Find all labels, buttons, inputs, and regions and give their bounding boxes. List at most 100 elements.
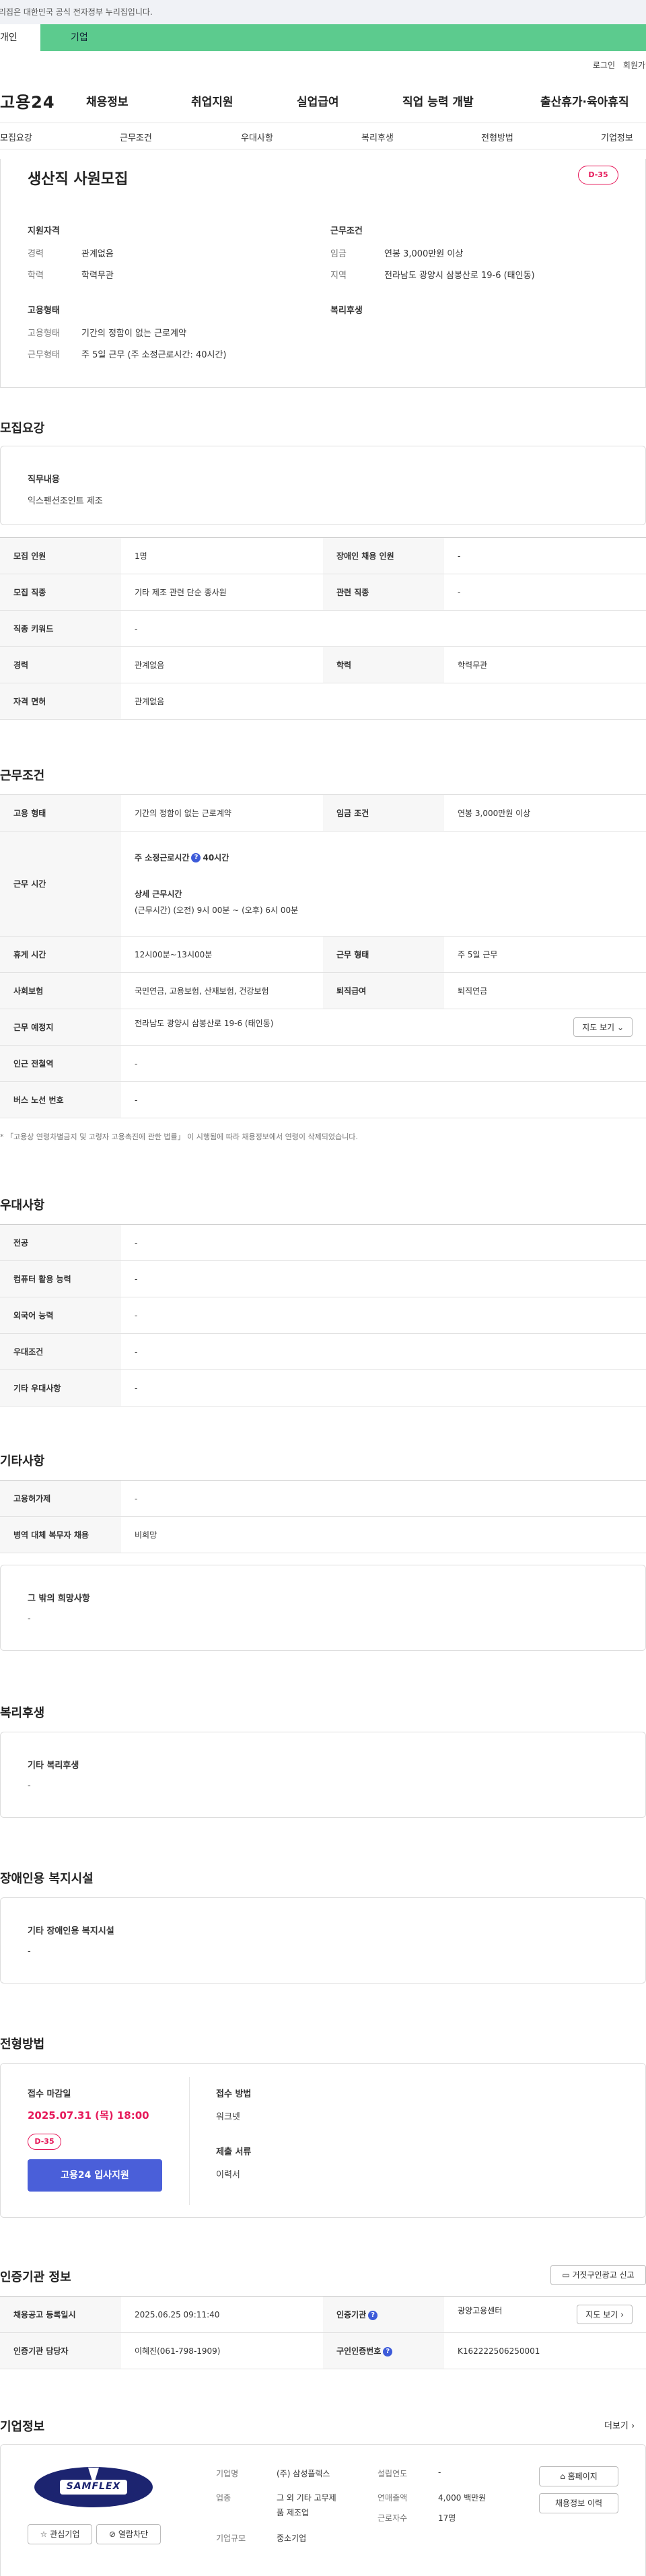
job-title: 생산직 사원모집 bbox=[28, 171, 129, 188]
agency-org-label-cell: 인증기관? bbox=[323, 2296, 444, 2333]
anchor-recruit[interactable]: 모집요강 bbox=[0, 131, 32, 143]
work-type-label: 근무형태 bbox=[28, 350, 60, 360]
break-time-value: 12시00분~13시00분 bbox=[121, 936, 323, 973]
tab-personal[interactable]: 개인 bbox=[0, 24, 40, 51]
gnb-item-job-training[interactable]: 직업 능력 개발 bbox=[402, 92, 474, 109]
workplace-value: 전라남도 광양시 삼봉산로 19-6 (태인동) bbox=[135, 1019, 274, 1028]
subway-label: 인근 전철역 bbox=[0, 1045, 121, 1082]
industry-value-1: 그 외 기타 고무제 bbox=[277, 2493, 336, 2503]
join-link[interactable]: 회원가입 bbox=[623, 59, 646, 71]
anchor-work-conditions[interactable]: 근무조건 bbox=[120, 131, 152, 143]
homepage-label: 홈페이지 bbox=[567, 2472, 598, 2481]
favorite-company-button[interactable]: ☆ 관심기업 bbox=[28, 2524, 92, 2544]
block-view-button[interactable]: ⊘ 열람차단 bbox=[96, 2524, 161, 2544]
divider bbox=[189, 2077, 190, 2205]
license-value: 관계없음 bbox=[121, 683, 646, 720]
employment-form-value: 기간의 정함이 없는 근로계약 bbox=[121, 794, 323, 832]
table-row: 인증기관 담당자 이혜진(061-798-1909) 구인인증번호? K1622… bbox=[0, 2332, 646, 2369]
home-icon: ⌂ bbox=[560, 2472, 565, 2481]
help-icon[interactable]: ? bbox=[383, 2346, 393, 2357]
workplace-cell: 전라남도 광양시 삼봉산로 19-6 (태인동) 지도 보기 ⌄ bbox=[121, 1009, 646, 1046]
agency-map-button[interactable]: 지도 보기 › bbox=[577, 2305, 633, 2324]
recruit-count-label: 모집 인원 bbox=[0, 537, 121, 574]
break-time-label: 휴게 시간 bbox=[0, 936, 121, 973]
wage-condition-value: 연봉 3,000만원 이상 bbox=[444, 794, 646, 832]
detail-hours-value: (근무시간) (오전) 9시 00분 ~ (오후) 6시 00분 bbox=[135, 905, 299, 915]
career-value: 관계없음 bbox=[81, 249, 114, 259]
conditions-heading: 근무조건 bbox=[330, 226, 363, 236]
section-title-preferences: 우대사항 bbox=[0, 1198, 45, 1213]
weekly-hours-value: 40시간 bbox=[203, 852, 229, 862]
false-ad-report-button[interactable]: ▭ 거짓구인광고 신고 bbox=[550, 2265, 646, 2285]
language-value: - bbox=[121, 1297, 646, 1334]
table-row: 모집 직종 기타 제조 관련 단순 종사원 관련 직종 - bbox=[0, 574, 646, 611]
military-service-label: 병역 대체 복무자 채용 bbox=[0, 1516, 121, 1553]
global-nav: 고용24 채용정보 취업지원 실업급여 직업 능력 개발 출산휴가·육아휴직 bbox=[0, 75, 646, 123]
site-logo[interactable]: 고용24 bbox=[0, 89, 55, 112]
table-row: 고용 형태 기간의 정함이 없는 근로계약 임금 조건 연봉 3,000만원 이… bbox=[0, 794, 646, 832]
career-label: 경력 bbox=[28, 249, 44, 259]
apply-button[interactable]: 고용24 입사지원 bbox=[28, 2159, 162, 2192]
employment-permit-value: - bbox=[121, 1480, 646, 1517]
agency-org-value: 광양고용센터 bbox=[458, 2306, 503, 2315]
table-row: 컴퓨터 활용 능력 - bbox=[0, 1260, 646, 1297]
other-wishes-box: 그 밖의 희망사항 - bbox=[0, 1565, 646, 1651]
company-logo: SAMFLEX bbox=[33, 2465, 154, 2509]
anchor-welfare[interactable]: 복리후생 bbox=[361, 131, 394, 143]
welfare-box: 기타 복리후생 - bbox=[0, 1732, 646, 1818]
computer-skill-value: - bbox=[121, 1260, 646, 1297]
gnb-item-jobs[interactable]: 채용정보 bbox=[86, 92, 129, 109]
table-row: 기타 우대사항 - bbox=[0, 1369, 646, 1406]
company-more-link[interactable]: 더보기 › bbox=[604, 2418, 635, 2431]
login-link[interactable]: 로그인 bbox=[593, 59, 615, 71]
other-preference-value: - bbox=[121, 1369, 646, 1406]
table-row: 우대조건 - bbox=[0, 1333, 646, 1370]
agency-org-label: 인증기관 bbox=[336, 2310, 367, 2319]
related-job-value: - bbox=[444, 574, 646, 611]
language-label: 외국어 능력 bbox=[0, 1297, 121, 1334]
other-wishes-value: - bbox=[28, 1614, 31, 1624]
retirement-label: 퇴직급여 bbox=[323, 972, 444, 1009]
help-icon[interactable]: ? bbox=[368, 2310, 378, 2320]
company-name-label: 기업명 bbox=[216, 2469, 239, 2478]
anchor-preferences[interactable]: 우대사항 bbox=[241, 131, 273, 143]
employment-type-label: 고용형태 bbox=[28, 329, 60, 339]
education-label: 학력 bbox=[28, 271, 44, 281]
employees-label: 근로자수 bbox=[378, 2513, 408, 2523]
gnb-item-employment-support[interactable]: 취업지원 bbox=[191, 92, 234, 109]
map-button[interactable]: 지도 보기 ⌄ bbox=[573, 1017, 633, 1037]
anchor-selection[interactable]: 전형방법 bbox=[481, 131, 513, 143]
company-more-label: 더보기 bbox=[604, 2421, 629, 2431]
insurance-label: 사회보험 bbox=[0, 972, 121, 1009]
work-hours-label: 근무 시간 bbox=[0, 831, 121, 937]
help-icon[interactable]: ? bbox=[191, 853, 201, 862]
table-row: 자격 면허 관계없음 bbox=[0, 683, 646, 720]
subway-value: - bbox=[121, 1045, 646, 1082]
disabled-hire-label: 장애인 채용 인원 bbox=[323, 537, 444, 574]
table-row: 전공 - bbox=[0, 1224, 646, 1261]
recruit-history-button[interactable]: 채용정보 이력 bbox=[539, 2493, 618, 2513]
table-row: 병역 대체 복무자 채용 비희망 bbox=[0, 1516, 646, 1553]
wage-value: 연봉 3,000만원 이상 bbox=[384, 249, 464, 259]
anchor-company[interactable]: 기업정보 bbox=[601, 131, 633, 143]
section-title-etc: 기타사항 bbox=[0, 1454, 45, 1468]
homepage-button[interactable]: ⌂ 홈페이지 bbox=[539, 2466, 618, 2486]
sales-value: 4,000 백만원 bbox=[438, 2493, 487, 2503]
company-box: SAMFLEX ☆ 관심기업 ⊘ 열람차단 기업명 (주) 삼성플렉스 업종 그… bbox=[0, 2444, 646, 2576]
disabled-hire-value: - bbox=[444, 537, 646, 574]
other-preference-label: 기타 우대사항 bbox=[0, 1369, 121, 1406]
gnb-item-parental-leave[interactable]: 출산휴가·육아휴직 bbox=[540, 92, 629, 109]
education-row-label: 학력 bbox=[323, 646, 444, 683]
chevron-down-icon: ⌄ bbox=[616, 1023, 624, 1032]
work-type-value: 주 5일 근무 (주 소정근로시간: 40시간) bbox=[81, 350, 227, 360]
job-category-label: 모집 직종 bbox=[0, 574, 121, 611]
work-form-value: 주 5일 근무 bbox=[444, 936, 646, 973]
tab-company[interactable]: 기업 bbox=[40, 24, 88, 51]
insurance-value: 국민연금, 고용보험, 산재보험, 건강보험 bbox=[121, 972, 323, 1009]
table-row: 휴게 시간 12시00분~13시00분 근무 형태 주 5일 근무 bbox=[0, 936, 646, 973]
gnb-item-unemployment-benefit[interactable]: 실업급여 bbox=[297, 92, 339, 109]
table-row: 직종 키워드 - bbox=[0, 610, 646, 647]
table-row: 근무 시간 주 소정근로시간? 40시간 상세 근무시간 (근무시간) (오전) … bbox=[0, 831, 646, 937]
disability-box: 기타 장애인용 복지시설 - bbox=[0, 1897, 646, 1984]
qualification-heading: 지원자격 bbox=[28, 226, 60, 236]
